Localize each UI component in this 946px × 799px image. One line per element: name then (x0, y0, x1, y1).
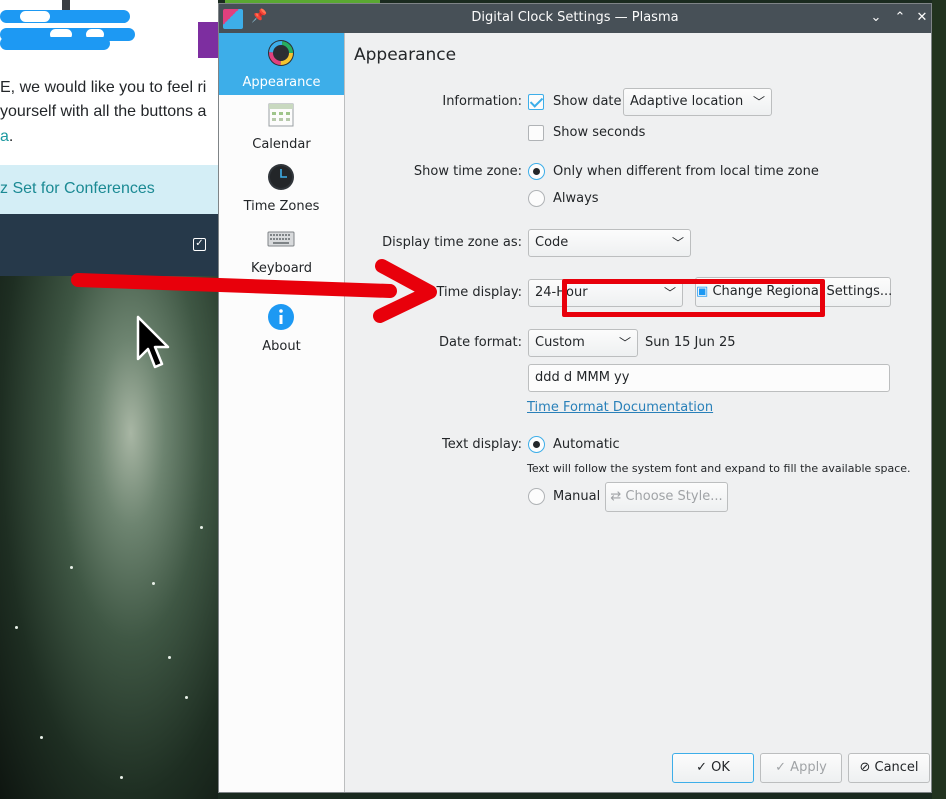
display-tz-label: Display time zone as: (382, 235, 522, 250)
conference-link[interactable]: z Set for Conferences (0, 180, 155, 198)
sidebar-item-label: About (262, 339, 301, 354)
close-icon[interactable]: ✕ (913, 9, 931, 27)
webpage-button-partial[interactable] (198, 22, 220, 58)
sidebar-item-label: Time Zones (243, 199, 320, 214)
sidebar-item-about[interactable]: About (219, 299, 344, 361)
chevron-down-icon: ﹀ (752, 95, 765, 109)
page-title: Appearance (354, 45, 457, 65)
style-settings-icon: ⇄ (610, 489, 622, 504)
text-automatic-radio[interactable] (528, 436, 545, 453)
calendar-icon (268, 103, 294, 127)
webpage-text-line: E, we would like you to feel ri (0, 79, 207, 96)
sidebar-item-time-zones[interactable]: Time Zones (219, 157, 344, 219)
text-manual-label[interactable]: Manual (553, 489, 600, 504)
settings-dialog: 📌 Digital Clock Settings — Plasma ⌄ ⌃ ✕ … (218, 3, 932, 793)
tz-always-radio[interactable] (528, 190, 545, 207)
sidebar-item-label: Appearance (242, 75, 321, 90)
checkmark-icon: ✓ (775, 760, 787, 775)
date-location-dropdown[interactable]: Adaptive location ﹀ (623, 88, 772, 116)
date-preview: Sun 15 Jun 25 (645, 335, 736, 350)
show-seconds-label[interactable]: Show seconds (553, 125, 645, 140)
show-seconds-checkbox[interactable] (528, 125, 544, 141)
settings-content: Appearance Information: Show date Adapti… (346, 33, 931, 792)
annotation-highlight-box (562, 279, 825, 317)
conference-banner[interactable]: z Set for Conferences (0, 165, 218, 214)
automatic-hint: Text will follow the system font and exp… (527, 462, 911, 475)
decorative-wave (0, 37, 110, 50)
cancel-icon: ⊘ (859, 760, 871, 775)
chevron-down-icon[interactable]: ⌄ (867, 9, 885, 27)
chevron-down-icon: ﹀ (671, 236, 684, 250)
desktop-edge (932, 0, 946, 799)
sidebar-item-appearance[interactable]: Appearance (219, 33, 344, 95)
appearance-icon (268, 40, 294, 66)
webpage-link[interactable]: a (0, 128, 9, 145)
tz-always-label[interactable]: Always (553, 191, 599, 206)
time-format-documentation-link[interactable]: Time Format Documentation (527, 400, 713, 415)
show-date-label[interactable]: Show date (553, 94, 622, 109)
information-label: Information: (442, 94, 522, 109)
display-tz-dropdown[interactable]: Code ﹀ (528, 229, 691, 257)
window-titlebar[interactable]: 📌 Digital Clock Settings — Plasma ⌄ ⌃ ✕ (219, 4, 931, 33)
checkmark-icon: ✓ (696, 760, 707, 775)
webpage-text-line: yourself with all the buttons a (0, 103, 207, 120)
info-icon (268, 304, 294, 330)
text-automatic-label[interactable]: Automatic (553, 437, 620, 452)
chevron-down-icon: ﹀ (618, 336, 631, 350)
show-date-checkbox[interactable] (528, 94, 544, 110)
custom-date-format-input[interactable]: ddd d MMM yy (528, 364, 890, 392)
sidebar-item-calendar[interactable]: Calendar (219, 95, 344, 157)
webpage-text-line: a. (0, 128, 14, 145)
show-time-zone-label: Show time zone: (413, 164, 522, 179)
sidebar-item-label: Calendar (252, 137, 311, 152)
window-title: Digital Clock Settings — Plasma (471, 10, 679, 25)
nebula-image (0, 276, 218, 799)
date-format-dropdown[interactable]: Custom ﹀ (528, 329, 638, 357)
text-manual-radio[interactable] (528, 488, 545, 505)
chevron-up-icon[interactable]: ⌃ (891, 9, 909, 27)
keyboard-icon (267, 231, 295, 247)
apply-button[interactable]: ✓ Apply (760, 753, 842, 783)
clock-icon (268, 164, 294, 190)
text-display-label: Text display: (441, 437, 522, 452)
time-display-label: Time display: (436, 285, 522, 300)
date-format-label: Date format: (439, 335, 522, 350)
ok-button[interactable]: ✓ OK (672, 753, 754, 783)
sidebar-item-label: Keyboard (250, 261, 313, 276)
decorative-dot (20, 11, 50, 22)
category-sidebar: Appearance Calendar Time Zones Keyboard … (219, 33, 345, 792)
mouse-cursor-icon (136, 315, 170, 369)
sidebar-item-keyboard[interactable]: Keyboard (219, 219, 344, 281)
webpage-header-area: E, we would like you to feel ri yourself… (0, 0, 218, 165)
choose-style-button[interactable]: ⇄ Choose Style... (605, 482, 728, 512)
tz-only-different-radio[interactable] (528, 163, 545, 180)
cancel-button[interactable]: ⊘ Cancel (848, 753, 930, 783)
checkbox-icon[interactable]: ✓ (193, 238, 206, 251)
tz-only-different-label[interactable]: Only when different from local time zone (553, 164, 819, 179)
webpage-dark-bar: ✓ (0, 214, 218, 276)
